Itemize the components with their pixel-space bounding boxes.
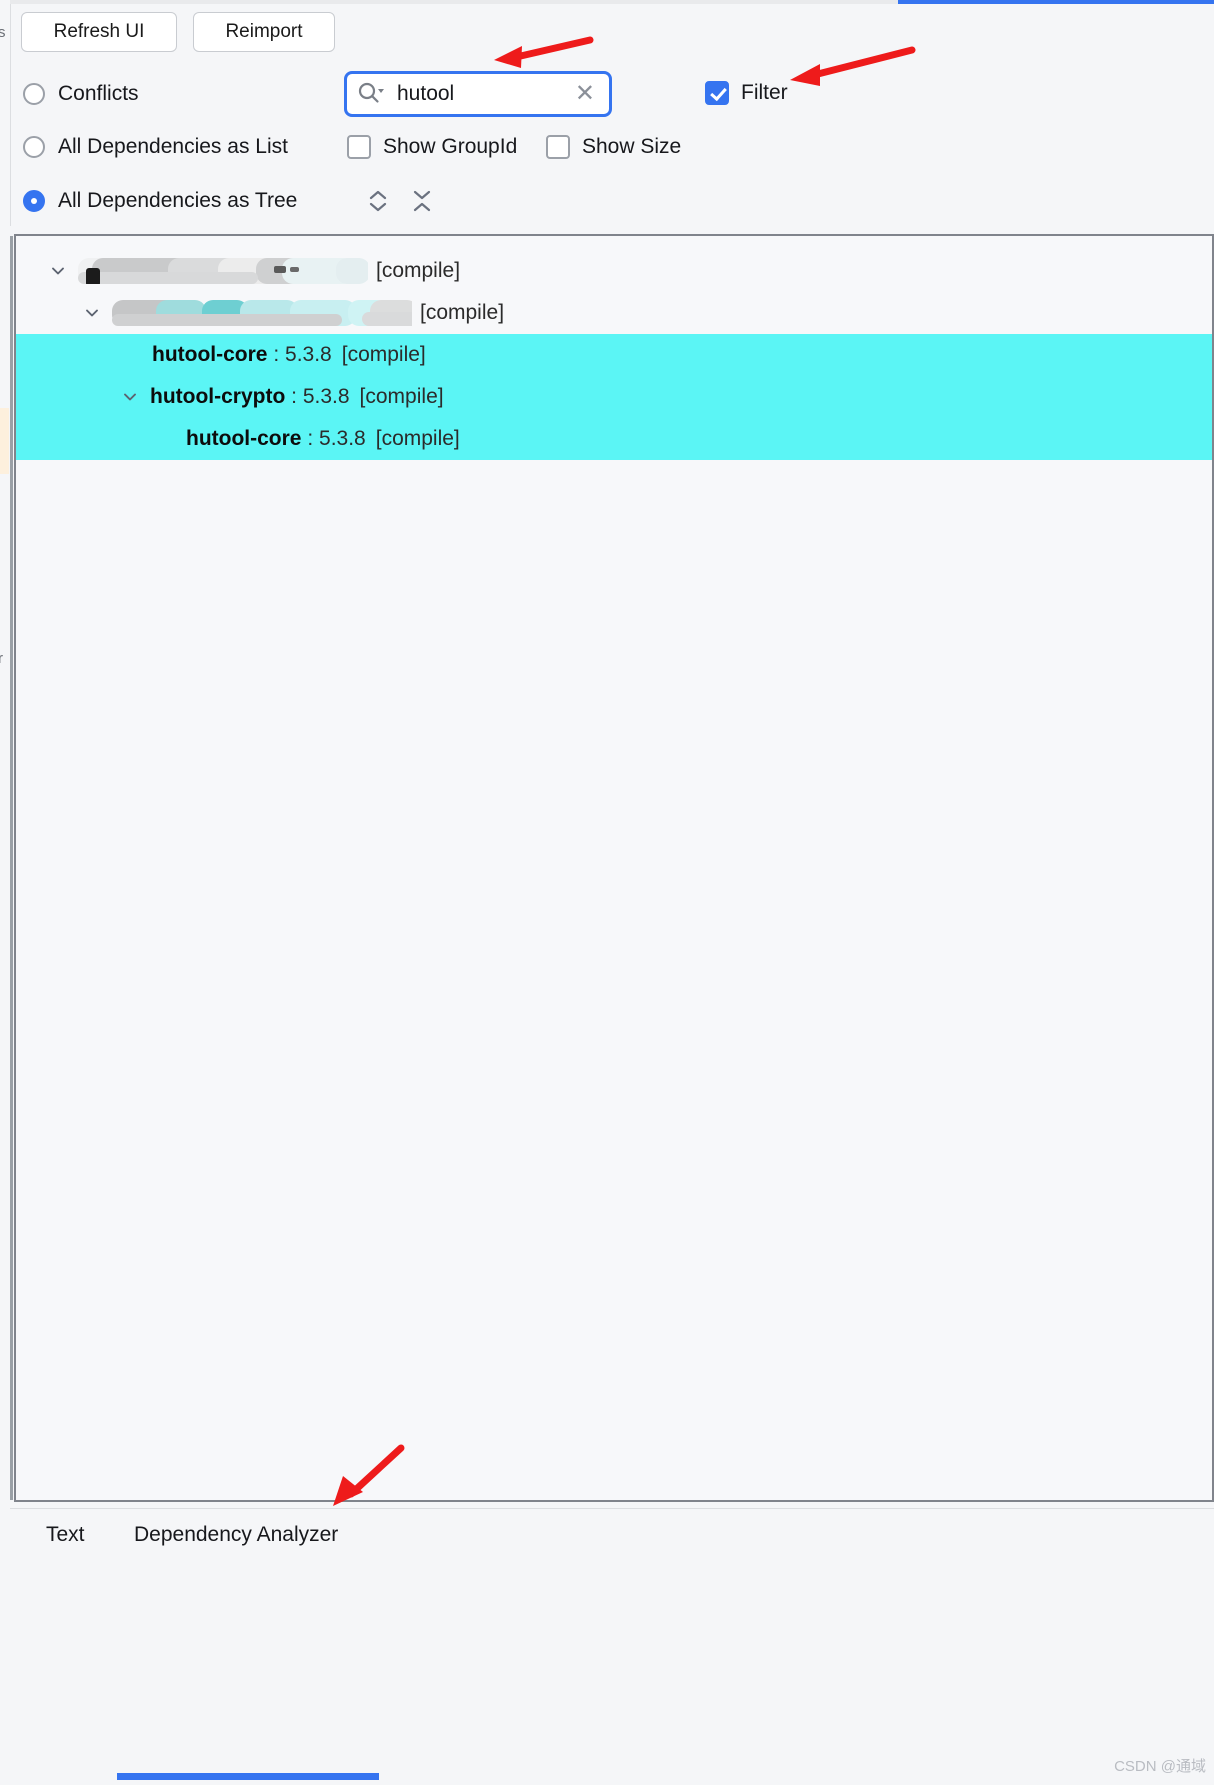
gutter-glyph-top: s [0,24,6,41]
dependency-separator: : [301,427,320,450]
checkbox-show-size-label: Show Size [582,135,682,158]
checkbox-show-groupid-label: Show GroupId [383,135,518,158]
chevron-down-icon[interactable] [118,385,142,409]
radio-all-dependencies-as-list-indicator[interactable] [23,136,45,158]
checkbox-show-size[interactable]: Show Size [546,135,681,159]
expand-all-icon[interactable] [363,186,393,216]
gutter-change-marker [0,408,9,474]
bottom-tab-bar: Text Dependency Analyzer [10,1508,1214,1785]
dependency-version: 5.3.8 [319,427,366,450]
checkbox-show-groupid-box[interactable] [347,135,371,159]
redacted-artifact [112,300,412,326]
dependency-scope: [compile] [359,385,444,408]
dependency-version: 5.3.8 [302,385,350,408]
watermark: CSDN @通域 [1114,1758,1206,1775]
radio-all-dependencies-as-list[interactable]: All Dependencies as List [23,135,288,159]
left-editor-gutter: s r [0,0,10,1784]
dependency-separator: : [285,385,303,408]
checkbox-show-groupid[interactable]: Show GroupId [347,135,517,159]
checkbox-filter-label: Filter [741,81,788,104]
tree-scrollbar-track[interactable] [10,236,13,1500]
checkbox-show-size-box[interactable] [546,135,570,159]
redacted-artifact [78,258,368,284]
refresh-ui-button[interactable]: Refresh UI [21,12,177,52]
dependency-analyzer-toolbar: Refresh UI Reimport Conflicts All Depend… [10,4,1214,226]
dependency-scope: [compile] [420,301,505,324]
dependency-scope: [compile] [375,427,460,450]
dependency-artifact: hutool-crypto [150,385,286,408]
table-row[interactable]: hutool-crypto : 5.3.8 [compile] [16,376,1212,418]
collapse-all-icon[interactable] [407,186,437,216]
radio-all-dependencies-as-tree-indicator[interactable] [23,190,45,212]
dependency-artifact: hutool-core [186,427,302,450]
search-icon[interactable] [357,80,385,109]
tab-dependency-analyzer[interactable]: Dependency Analyzer [134,1523,338,1557]
dependency-tree-panel: [compile] [compile] hutool-core : 5.3.8 … [14,234,1214,1502]
dependency-version: 5.3.8 [285,343,332,366]
dependency-scope: [compile] [341,343,426,366]
dependency-scope: [compile] [376,259,461,282]
radio-all-dependencies-as-list-label: All Dependencies as List [58,135,288,158]
radio-conflicts-indicator[interactable] [23,83,45,105]
table-row[interactable]: hutool-core : 5.3.8 [compile] [16,334,1212,376]
chevron-down-icon[interactable] [80,301,104,325]
gutter-glyph-mid: r [0,650,3,667]
search-field[interactable]: hutool ✕ [344,71,612,117]
table-row[interactable]: [compile] [16,250,1212,292]
table-row[interactable]: [compile] [16,292,1212,334]
radio-all-dependencies-as-tree[interactable]: All Dependencies as Tree [23,189,297,213]
tab-text[interactable]: Text [46,1523,85,1557]
checkbox-filter-box[interactable] [705,81,729,105]
dependency-artifact: hutool-core [152,343,268,366]
radio-all-dependencies-as-tree-label: All Dependencies as Tree [58,189,298,212]
table-row[interactable]: hutool-core : 5.3.8 [compile] [16,418,1212,460]
clear-search-icon[interactable]: ✕ [571,82,599,106]
reimport-button[interactable]: Reimport [193,12,335,52]
tab-active-indicator [117,1773,379,1780]
radio-conflicts-label: Conflicts [58,82,139,105]
chevron-down-icon[interactable] [46,259,70,283]
radio-conflicts[interactable]: Conflicts [23,82,139,106]
checkbox-filter[interactable]: Filter [705,81,788,105]
search-input[interactable]: hutool [397,82,571,106]
dependency-separator: : [267,343,286,366]
